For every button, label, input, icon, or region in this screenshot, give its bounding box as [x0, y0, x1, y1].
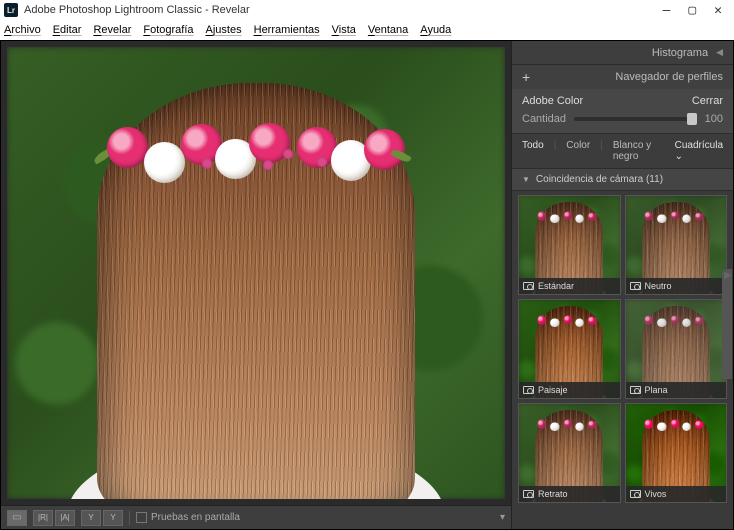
- before-after-lr-button[interactable]: |R|: [33, 510, 53, 526]
- loupe-view-button[interactable]: ▭: [7, 510, 27, 526]
- filter-bw[interactable]: Blanco y negro: [613, 140, 665, 162]
- image-canvas[interactable]: [1, 41, 511, 505]
- menu-ayuda[interactable]: Ayuda: [420, 24, 451, 36]
- soft-proofing-checkbox[interactable]: [136, 512, 147, 523]
- toolbar-options-chevron-icon[interactable]: ▾: [500, 512, 505, 523]
- amount-value: 100: [705, 113, 723, 125]
- section-camera-matching[interactable]: ▼ Coincidencia de cámara (11): [512, 169, 733, 191]
- section-label: Coincidencia de cámara (11): [536, 174, 663, 185]
- menu-revelar[interactable]: Revelar: [93, 24, 131, 36]
- histogram-collapse-icon[interactable]: ◀: [716, 47, 723, 58]
- thumb-label: Vivos: [645, 489, 667, 499]
- profile-browser-label: Navegador de perfiles: [615, 71, 723, 83]
- profile-thumb-estandar[interactable]: Estándar: [518, 195, 621, 295]
- profile-thumb-neutro[interactable]: Neutro: [625, 195, 728, 295]
- window-title: Adobe Photoshop Lightroom Classic - Reve…: [24, 4, 250, 16]
- window-titlebar: Lr Adobe Photoshop Lightroom Classic - R…: [0, 0, 734, 20]
- section-disclosure-icon[interactable]: ▼: [522, 175, 530, 184]
- close-profile-browser-button[interactable]: Cerrar: [692, 95, 723, 107]
- develop-right-panel: Histograma ◀ + Navegador de perfiles Ado…: [511, 41, 733, 529]
- before-after-tb-button[interactable]: |A|: [55, 510, 75, 526]
- profile-browser-header: + Navegador de perfiles: [512, 65, 733, 89]
- main-photo: [7, 47, 505, 499]
- menu-fotografia[interactable]: Fotografía: [143, 24, 193, 36]
- menu-ajustes[interactable]: Ajustes: [206, 24, 242, 36]
- profile-thumb-paisaje[interactable]: Paisaje: [518, 299, 621, 399]
- thumb-label: Paisaje: [538, 385, 568, 395]
- thumb-label: Retrato: [538, 489, 568, 499]
- app-body: ◀: [0, 40, 734, 530]
- loupe-toolbar: ▭ |R| |A| Y Y Pruebas en pantalla ▾: [1, 505, 511, 529]
- camera-icon: [523, 282, 534, 290]
- current-profile-name: Adobe Color: [522, 95, 583, 107]
- filter-color[interactable]: Color: [566, 140, 590, 162]
- profile-thumb-plana[interactable]: Plana: [625, 299, 728, 399]
- histogram-label: Histograma: [652, 47, 708, 59]
- thumb-label: Neutro: [645, 281, 672, 291]
- app-logo-text: Lr: [7, 6, 15, 15]
- window-minimize-button[interactable]: —: [663, 3, 671, 18]
- histogram-panel-header[interactable]: Histograma ◀: [512, 41, 733, 65]
- camera-icon: [523, 386, 534, 394]
- menu-vista[interactable]: Vista: [332, 24, 356, 36]
- app-logo: Lr: [4, 3, 18, 17]
- right-panel-collapse-icon[interactable]: ▶: [724, 261, 732, 289]
- filter-all[interactable]: Todo: [522, 140, 544, 162]
- amount-slider[interactable]: [574, 117, 697, 121]
- soft-proofing-toggle[interactable]: Pruebas en pantalla: [136, 512, 240, 523]
- menu-herramientas[interactable]: Herramientas: [254, 24, 320, 36]
- amount-slider-knob[interactable]: [687, 113, 697, 125]
- camera-icon: [630, 282, 641, 290]
- profile-thumb-vivos[interactable]: Vivos: [625, 403, 728, 503]
- compare-yy-button-1[interactable]: Y: [81, 510, 101, 526]
- compare-yy-button-2[interactable]: Y: [103, 510, 123, 526]
- add-profile-icon[interactable]: +: [522, 69, 530, 85]
- camera-icon: [523, 490, 534, 498]
- view-grid-dropdown[interactable]: Cuadrícula ⌄: [675, 140, 723, 162]
- profile-controls: Adobe Color Cerrar Cantidad 100: [512, 89, 733, 134]
- profile-thumb-retrato[interactable]: Retrato: [518, 403, 621, 503]
- menu-editar[interactable]: Editar: [53, 24, 82, 36]
- window-close-button[interactable]: ✕: [714, 3, 722, 18]
- profile-filter-row: Todo | Color | Blanco y negro Cuadrícula…: [512, 134, 733, 169]
- menu-archivo[interactable]: Archivo: [4, 24, 41, 36]
- thumb-label: Estándar: [538, 281, 574, 291]
- menubar: Archivo Editar Revelar Fotografía Ajuste…: [0, 20, 734, 40]
- amount-label: Cantidad: [522, 113, 566, 125]
- profile-thumbnails-grid: Estándar Neutro Paisaje Plana Retrato: [512, 191, 733, 529]
- menu-ventana[interactable]: Ventana: [368, 24, 408, 36]
- camera-icon: [630, 386, 641, 394]
- thumb-label: Plana: [645, 385, 668, 395]
- soft-proofing-label: Pruebas en pantalla: [151, 512, 240, 523]
- camera-icon: [630, 490, 641, 498]
- window-maximize-button[interactable]: ▢: [688, 3, 696, 18]
